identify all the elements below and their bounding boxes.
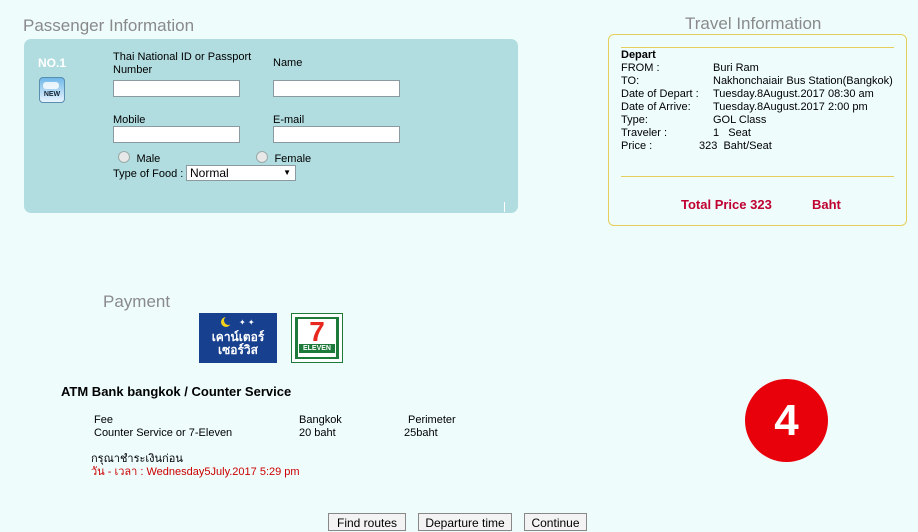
pay-before-label: กรุณาชำระเงินก่อน xyxy=(91,453,183,465)
fee-perimeter-value: 25baht xyxy=(404,427,438,439)
counter-service-logo: ✦ ✦ เคาน์เตอร์ เซอร์วิส xyxy=(199,313,277,363)
female-label: Female xyxy=(274,153,312,165)
arrive-value: Tuesday.8August.2017 2:00 pm xyxy=(713,101,868,113)
name-label: Name xyxy=(273,57,303,69)
stars-icon: ✦ ✦ xyxy=(239,318,255,327)
passenger-number: NO.1 xyxy=(38,56,67,70)
travel-heading: Depart xyxy=(621,49,656,61)
total-unit: Baht xyxy=(812,197,841,212)
chevron-down-icon: ▼ xyxy=(283,168,291,177)
name-input[interactable] xyxy=(273,80,400,97)
payment-method: ATM Bank bangkok / Counter Service xyxy=(61,384,292,399)
travel-info-box: Depart FROM : Buri Ram TO: Nakhonchaiair… xyxy=(608,34,907,226)
price-label: Price : xyxy=(621,140,653,152)
counter-service-logo-text: เคาน์เตอร์ เซอร์วิส xyxy=(211,330,265,357)
find-routes-button[interactable]: Find routes xyxy=(328,513,406,531)
panel-divider xyxy=(504,202,505,212)
email-input[interactable] xyxy=(273,126,400,143)
type-value: GOL Class xyxy=(713,114,767,126)
seven-eleven-logo: 7 ELEVEN xyxy=(291,313,343,363)
food-select[interactable]: Normal ▼ xyxy=(186,165,296,181)
price-value: 323 Baht/Seat xyxy=(699,140,772,152)
eleven-text: ELEVEN xyxy=(299,344,335,353)
travel-bottom-rule xyxy=(621,176,894,177)
step-number-badge: 4 xyxy=(745,379,828,462)
fee-bangkok-header: Bangkok xyxy=(299,414,342,426)
mobile-input[interactable] xyxy=(113,126,240,143)
food-select-value: Normal xyxy=(190,166,229,180)
female-radio-button[interactable] xyxy=(256,151,268,163)
traveler-label: Traveler : xyxy=(621,127,668,139)
depart-label: Date of Depart : xyxy=(621,88,699,100)
id-label: Thai National ID or Passport Number xyxy=(113,51,252,76)
type-label: Type: xyxy=(621,114,648,126)
fee-row-label: Counter Service or 7-Eleven xyxy=(94,427,233,439)
travel-top-rule xyxy=(621,47,894,48)
new-badge: NEW xyxy=(43,91,61,98)
depart-value: Tuesday.8August.2017 08:30 am xyxy=(713,88,874,100)
payment-deadline: วัน - เวลา : Wednesday5July.2017 5:29 pm xyxy=(91,466,300,478)
to-value: Nakhonchaiair Bus Station(Bangkok) xyxy=(713,75,893,87)
departure-time-button[interactable]: Departure time xyxy=(418,513,512,531)
payment-section-title: Payment xyxy=(103,292,171,311)
travel-section-title: Travel Information xyxy=(685,14,822,33)
from-value: Buri Ram xyxy=(713,62,759,74)
male-radio-button[interactable] xyxy=(118,151,130,163)
passenger-section-title: Passenger Information xyxy=(23,16,195,35)
to-label: TO: xyxy=(621,75,640,87)
passenger-panel: NO.1 NEW Thai National ID or Passport Nu… xyxy=(24,39,518,213)
new-passenger-icon[interactable]: NEW xyxy=(39,77,65,103)
id-input[interactable] xyxy=(113,80,240,97)
arrive-label: Date of Arrive: xyxy=(621,101,691,113)
fee-bangkok-value: 20 baht xyxy=(299,427,336,439)
fee-perimeter-header: Perimeter xyxy=(408,414,456,426)
traveler-value: 1 Seat xyxy=(713,127,751,139)
food-label: Type of Food : xyxy=(113,168,184,180)
male-label: Male xyxy=(136,153,161,165)
fee-header: Fee xyxy=(94,414,113,426)
from-label: FROM : xyxy=(621,62,660,74)
seven-icon: 7 xyxy=(309,316,325,347)
male-radio[interactable]: Male xyxy=(118,150,160,168)
total-price: Total Price 323 xyxy=(681,197,772,212)
continue-button[interactable]: Continue xyxy=(524,513,587,531)
